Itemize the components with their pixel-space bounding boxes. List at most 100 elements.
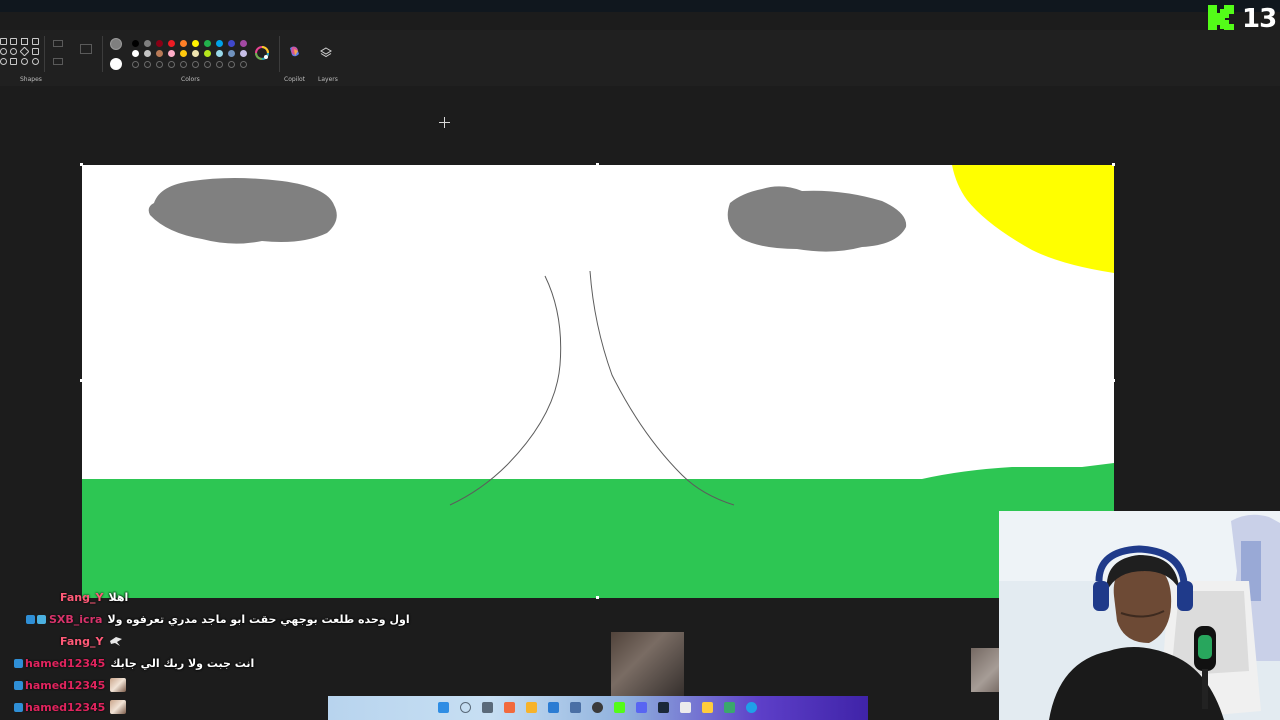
rectangle-shape-icon[interactable]	[0, 38, 7, 45]
color-swatch[interactable]	[216, 40, 223, 47]
resize-handle[interactable]	[596, 163, 599, 166]
obs-icon[interactable]	[592, 702, 603, 713]
custom-color-slot[interactable]	[192, 61, 199, 68]
custom-color-slot[interactable]	[180, 61, 187, 68]
color-swatch[interactable]	[228, 50, 235, 57]
chat-username[interactable]: SXB_icra	[49, 613, 102, 626]
custom-color-slot[interactable]	[240, 61, 247, 68]
layers-label[interactable]: Layers	[318, 76, 338, 83]
triangle-shape-icon[interactable]	[32, 38, 39, 45]
chat-emote-icon	[110, 678, 127, 692]
chat-badge-icon	[26, 614, 35, 624]
color-swatch[interactable]	[204, 50, 211, 57]
color-swatch[interactable]	[132, 40, 139, 47]
star-shape-icon[interactable]	[0, 58, 7, 65]
callout-shape-icon[interactable]	[10, 58, 17, 65]
diamond-shape-icon[interactable]	[19, 46, 30, 57]
divider	[102, 36, 103, 72]
stream-top-strip	[0, 0, 1280, 12]
chat-username[interactable]: hamed12345	[25, 679, 105, 692]
color-swatch[interactable]	[144, 50, 151, 57]
chat-username[interactable]: hamed12345	[25, 657, 105, 670]
color-swatch[interactable]	[168, 40, 175, 47]
divider	[279, 36, 280, 72]
color-swatch[interactable]	[228, 40, 235, 47]
discord-icon[interactable]	[636, 702, 647, 713]
color-swatch[interactable]	[240, 50, 247, 57]
color-swatch[interactable]	[192, 40, 199, 47]
custom-color-slot[interactable]	[168, 61, 175, 68]
drawing-canvas[interactable]	[82, 165, 1114, 598]
chat-username[interactable]: Fang_Y	[60, 591, 103, 604]
color-swatch[interactable]	[204, 40, 211, 47]
color-swatch[interactable]	[180, 50, 187, 57]
chat-badge-icon	[37, 614, 46, 624]
rectangle-shape-icon[interactable]	[10, 38, 17, 45]
copilot-icon[interactable]	[288, 45, 301, 58]
divider	[44, 36, 45, 72]
kick-app-icon[interactable]	[614, 702, 625, 713]
custom-color-slot[interactable]	[156, 61, 163, 68]
custom-color-slot[interactable]	[144, 61, 151, 68]
chat-message: hamed12345 انت جبت ولا ربك الي جابك	[14, 654, 254, 672]
color-swatch[interactable]	[240, 40, 247, 47]
edge-icon[interactable]	[746, 702, 757, 713]
grass-area	[82, 463, 1114, 598]
outline-icon[interactable]	[53, 40, 63, 47]
custom-color-slot[interactable]	[216, 61, 223, 68]
chat-badge-icon	[14, 680, 23, 690]
colors-group-label: Colors	[181, 76, 200, 83]
stream-screen: 13 Shapes Colors Copilot Layers Fang_Y ا…	[0, 0, 1280, 720]
resize-handle[interactable]	[596, 596, 599, 599]
steam-icon[interactable]	[658, 702, 669, 713]
custom-color-slot[interactable]	[228, 61, 235, 68]
app-icon[interactable]	[724, 702, 735, 713]
webcam-image	[999, 511, 1280, 720]
chat-message: hamed12345	[14, 676, 127, 694]
app-icon[interactable]	[680, 702, 691, 713]
chat-message-text: اهلا	[108, 590, 129, 604]
chat-message: Fang_Y اهلا	[60, 588, 128, 606]
canvas-drawing	[82, 165, 1114, 598]
resize-handle[interactable]	[1112, 379, 1115, 382]
chat-username[interactable]: Fang_Y	[60, 635, 103, 648]
chat-emote-icon	[110, 700, 127, 714]
secondary-color-swatch[interactable]	[110, 58, 122, 70]
paint-ribbon: Shapes Colors Copilot Layers	[0, 30, 1280, 86]
primary-color-swatch[interactable]	[110, 38, 122, 50]
edit-colors-icon[interactable]	[255, 46, 269, 60]
chat-message: Fang_Y	[60, 632, 124, 650]
chat-message-text: انت جبت ولا ربك الي جابك	[110, 656, 255, 670]
folder-icon[interactable]	[702, 702, 713, 713]
chat-overlay: Fang_Y اهلا SXB_icra اول وحده طلعت بوجهي حق…	[0, 588, 560, 720]
copilot-label[interactable]: Copilot	[284, 76, 305, 83]
chat-username[interactable]: hamed12345	[25, 701, 105, 714]
circle-shape-icon[interactable]	[0, 48, 7, 55]
pentagon-shape-icon[interactable]	[32, 48, 39, 55]
heart-shape-icon[interactable]	[32, 58, 39, 65]
chat-emote-icon	[108, 634, 124, 648]
color-swatch[interactable]	[132, 50, 139, 57]
color-swatch[interactable]	[192, 50, 199, 57]
color-swatch[interactable]	[180, 40, 187, 47]
color-swatch[interactable]	[156, 40, 163, 47]
custom-color-slot[interactable]	[132, 61, 139, 68]
resize-handle[interactable]	[1112, 163, 1115, 166]
color-swatch[interactable]	[168, 50, 175, 57]
triangle-shape-icon[interactable]	[21, 38, 28, 45]
app-icon[interactable]	[570, 702, 581, 713]
color-swatch[interactable]	[144, 40, 151, 47]
layers-icon[interactable]	[320, 47, 332, 59]
resize-handle[interactable]	[80, 163, 83, 166]
crosshair-cursor-icon	[439, 117, 450, 128]
webcam-feed	[999, 511, 1280, 720]
arrow-shape-icon[interactable]	[10, 48, 17, 55]
resize-handle[interactable]	[80, 379, 83, 382]
cloud-shape-icon[interactable]	[21, 58, 28, 65]
custom-color-slot[interactable]	[204, 61, 211, 68]
color-swatch[interactable]	[156, 50, 163, 57]
fill-icon[interactable]	[53, 58, 63, 65]
shape-size-icon[interactable]	[80, 44, 92, 54]
chat-message: SXB_icra اول وحده طلعت بوجهي حقت ابو ماجد…	[26, 610, 410, 628]
color-swatch[interactable]	[216, 50, 223, 57]
